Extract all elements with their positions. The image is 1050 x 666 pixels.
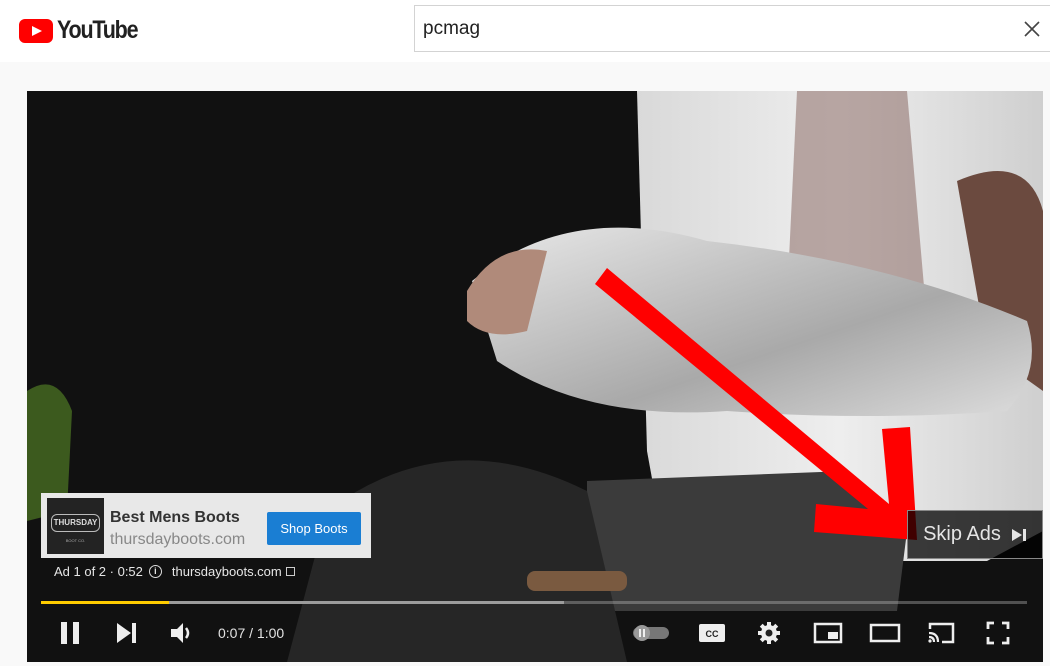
skip-ads-button[interactable]: Skip Ads <box>907 510 1043 559</box>
fullscreen-icon[interactable] <box>985 619 1011 647</box>
video-player[interactable]: THURSDAY BOOT CO. Best Mens Boots thursd… <box>27 91 1043 662</box>
advertiser-logo: THURSDAY BOOT CO. <box>47 498 104 554</box>
ad-overlay-card[interactable]: THURSDAY BOOT CO. Best Mens Boots thursd… <box>41 493 371 558</box>
autoplay-toggle[interactable] <box>631 619 671 647</box>
captions-icon[interactable]: CC <box>698 619 726 647</box>
progress-bar[interactable] <box>41 601 1027 604</box>
logo-text: YouTube <box>57 16 139 44</box>
external-link-icon <box>285 567 295 576</box>
time-display: 0:07 / 1:00 <box>218 625 285 641</box>
advertiser-brand: THURSDAY <box>51 514 100 532</box>
ad-link[interactable]: thursdayboots.com <box>172 564 282 579</box>
youtube-logo[interactable]: YouTube <box>19 16 150 45</box>
skip-next-icon <box>1011 528 1027 542</box>
next-icon[interactable] <box>115 619 139 647</box>
volume-icon[interactable] <box>170 619 196 647</box>
search-input[interactable] <box>423 6 1003 51</box>
search-box <box>414 5 1050 52</box>
ad-title: Best Mens Boots <box>110 509 240 526</box>
ad-domain: thursdayboots.com <box>110 531 246 548</box>
info-icon[interactable]: i <box>148 565 162 578</box>
miniplayer-icon[interactable] <box>813 619 843 647</box>
ad-counter: Ad 1 of 2 · 0:52 <box>54 564 143 579</box>
pause-icon[interactable] <box>57 619 83 647</box>
skip-label: Skip Ads <box>923 523 1001 545</box>
settings-icon[interactable] <box>756 619 782 647</box>
advertiser-tagline: BOOT CO. <box>65 538 86 543</box>
youtube-play-icon <box>19 18 53 43</box>
ad-info-bar: Ad 1 of 2 · 0:52 i thursdayboots.com <box>54 564 295 579</box>
player-controls: 0:07 / 1:00 CC <box>27 615 1043 651</box>
progress-played <box>41 601 170 604</box>
cast-icon[interactable] <box>925 619 957 647</box>
close-icon[interactable] <box>1020 17 1044 41</box>
svg-text:CC: CC <box>706 629 719 639</box>
top-bar: YouTube <box>0 0 1050 62</box>
shop-boots-button[interactable]: Shop Boots <box>267 512 361 545</box>
theater-icon[interactable] <box>869 619 901 647</box>
